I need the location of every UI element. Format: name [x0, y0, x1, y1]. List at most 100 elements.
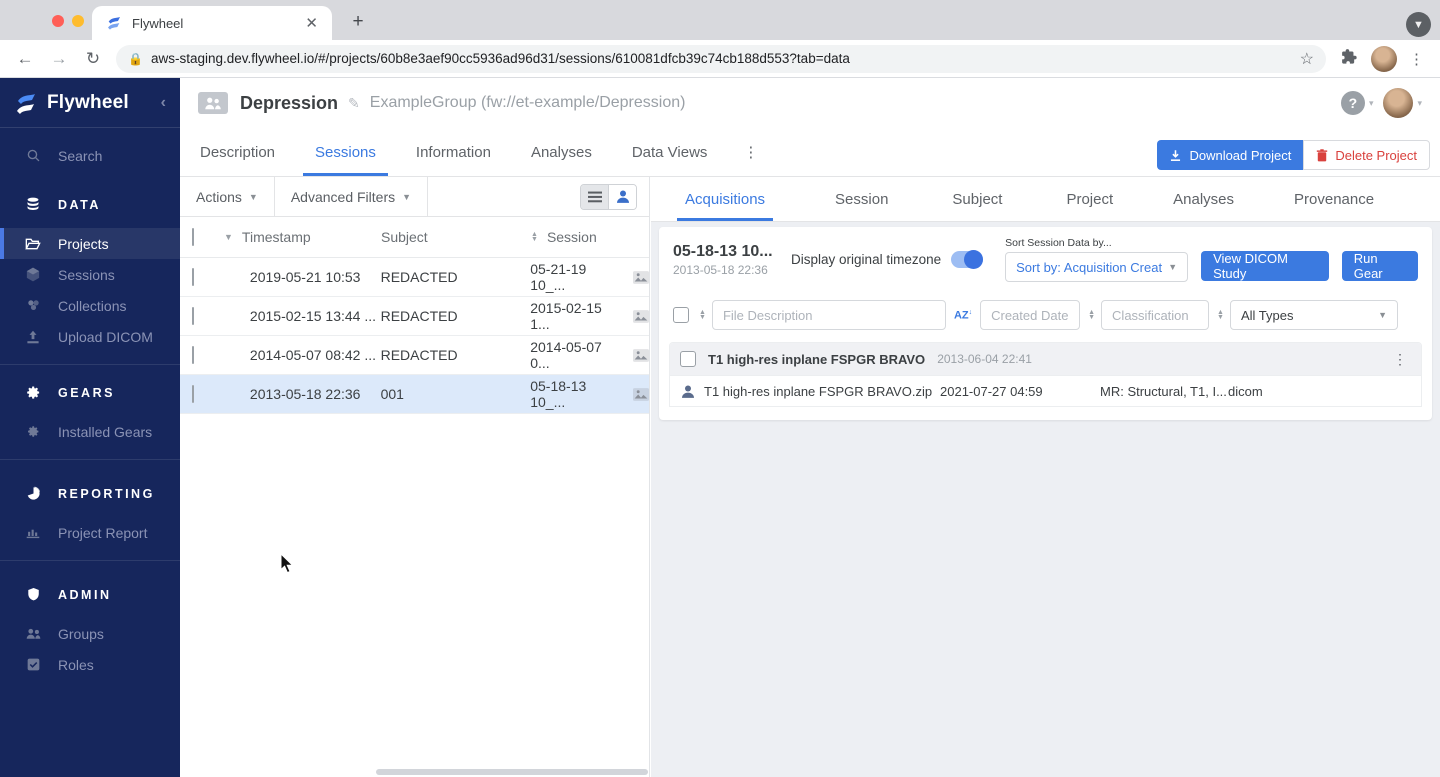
sidebar-section-label: DATA	[58, 197, 101, 212]
delete-project-button[interactable]: Delete Project	[1303, 140, 1430, 170]
close-window-button[interactable]	[52, 15, 64, 27]
file-description-input[interactable]	[711, 300, 946, 330]
flywheel-logo-icon	[17, 93, 35, 114]
session-title: 05-18-13 10...	[673, 242, 773, 260]
file-type: dicom	[1228, 383, 1263, 399]
column-timestamp[interactable]: ▼ Timestamp	[224, 229, 381, 245]
sidebar-item-upload-dicom[interactable]: Upload DICOM	[0, 321, 180, 352]
session-row[interactable]: 2019-05-21 10:53 REDACTED 05-21-19 10_..…	[180, 258, 649, 297]
sort-alpha-icon[interactable]: AZ↓	[954, 309, 972, 322]
tab-description[interactable]: Description	[196, 128, 279, 176]
brand-name: Flywheel	[47, 91, 129, 113]
row-session: 05-21-19 10_...	[530, 261, 587, 293]
download-project-button[interactable]: Download Project	[1157, 140, 1304, 170]
acquisition-checkbox[interactable]	[680, 351, 696, 367]
tab-data-views[interactable]: Data Views	[628, 128, 712, 176]
forward-button[interactable]: →	[42, 49, 76, 69]
horizontal-scrollbar[interactable]	[376, 769, 648, 775]
sort-updown-icon[interactable]: ▲ ▼	[699, 309, 706, 321]
check-square-icon	[24, 658, 42, 671]
url-text: aws-staging.dev.flywheel.io/#/projects/6…	[150, 51, 850, 66]
acquisition-menu-icon[interactable]: ⋮	[1389, 351, 1411, 368]
select-all-checkbox[interactable]	[192, 228, 194, 246]
sidebar-item-search[interactable]: Search	[0, 140, 180, 171]
session-row-selected[interactable]: 2013-05-18 22:36 001 05-18-13 10_...	[180, 375, 649, 414]
run-gear-button[interactable]: Run Gear	[1341, 250, 1418, 281]
row-checkbox[interactable]	[192, 268, 194, 286]
tab-sessions[interactable]: Sessions	[303, 128, 388, 176]
address-bar[interactable]: 🔒 aws-staging.dev.flywheel.io/#/projects…	[116, 44, 1326, 73]
edit-pencil-icon[interactable]: ✎	[348, 95, 360, 112]
sessions-toolbar: Actions ▼ Advanced Filters ▼	[180, 177, 649, 217]
column-session[interactable]: ▲ ▼ Session	[531, 229, 620, 245]
file-type-select[interactable]: All Types ▼	[1229, 300, 1398, 330]
chevron-down-icon: ▼	[1378, 310, 1387, 320]
sort-updown-icon[interactable]: ▲ ▼	[1217, 309, 1224, 321]
sidebar-section-data: DATA	[0, 189, 180, 220]
user-avatar[interactable]	[1383, 88, 1414, 118]
image-thumbnail-icon[interactable]	[633, 387, 649, 401]
select-all-files-checkbox[interactable]	[673, 307, 689, 323]
user-caret-icon: ▾	[1417, 97, 1422, 108]
file-row[interactable]: T1 high-res inplane FSPGR BRAVO.zip 2021…	[670, 375, 1421, 406]
back-button[interactable]: ←	[8, 49, 42, 69]
column-subject[interactable]: Subject	[381, 229, 531, 245]
row-session: 05-18-13 10_...	[530, 378, 587, 410]
subject-view-button[interactable]	[609, 184, 636, 209]
image-thumbnail-icon[interactable]	[633, 309, 649, 323]
sidebar-item-label: Project Report	[58, 524, 148, 541]
created-date-input[interactable]	[980, 300, 1081, 330]
image-thumbnail-icon[interactable]	[633, 348, 649, 362]
tab-close-icon[interactable]: ✕	[301, 14, 322, 32]
tab-acquisitions[interactable]: Acquisitions	[676, 177, 774, 221]
tab-analyses[interactable]: Analyses	[527, 128, 596, 176]
tab-session[interactable]: Session	[831, 177, 892, 221]
sort-by-select[interactable]: Sort by: Acquisition Create... ▼	[1005, 252, 1189, 282]
advanced-filters-dropdown[interactable]: Advanced Filters ▼	[275, 177, 429, 216]
sidebar-item-groups[interactable]: Groups	[0, 618, 180, 649]
sidebar-item-project-report[interactable]: Project Report	[0, 517, 180, 548]
sidebar-item-label: Installed Gears	[58, 423, 153, 440]
sort-updown-icon[interactable]: ▲ ▼	[1088, 309, 1095, 321]
reload-button[interactable]: ↻	[76, 49, 110, 69]
browser-menu-icon[interactable]: ⋮	[1409, 50, 1425, 68]
tab-project[interactable]: Project	[1062, 177, 1117, 221]
sidebar-brand[interactable]: Flywheel ‹	[0, 78, 180, 128]
tab-subject[interactable]: Subject	[948, 177, 1006, 221]
timezone-toggle[interactable]	[951, 250, 984, 269]
sidebar-section-reporting: REPORTING	[0, 478, 180, 509]
acquisition-header-row[interactable]: T1 high-res inplane FSPGR BRAVO 2013-06-…	[670, 343, 1421, 375]
tab-information[interactable]: Information	[412, 128, 495, 176]
session-row[interactable]: 2014-05-07 08:42 ... REDACTED 2014-05-07…	[180, 336, 649, 375]
workspace: Actions ▼ Advanced Filters ▼ ▼ Timestamp S…	[180, 177, 1440, 777]
minimize-window-button[interactable]	[72, 15, 84, 27]
list-view-button[interactable]	[581, 184, 608, 209]
sidebar-item-projects[interactable]: Projects	[0, 228, 180, 259]
shield-icon	[24, 587, 42, 602]
row-checkbox[interactable]	[192, 385, 194, 403]
bookmark-star-icon[interactable]: ☆	[1300, 49, 1314, 69]
sidebar-item-sessions[interactable]: Sessions	[0, 259, 180, 290]
help-caret-icon: ▾	[1368, 97, 1374, 108]
row-checkbox[interactable]	[192, 307, 194, 325]
sidebar-item-installed-gears[interactable]: Installed Gears	[0, 416, 180, 447]
tabs-overflow-icon[interactable]: ⋮	[743, 143, 758, 161]
view-dicom-study-button[interactable]: View DICOM Study	[1201, 250, 1329, 281]
session-row[interactable]: 2015-02-15 13:44 ... REDACTED 2015-02-15…	[180, 297, 649, 336]
row-checkbox[interactable]	[192, 346, 194, 364]
sidebar-collapse-icon[interactable]: ‹	[161, 94, 166, 112]
browser-profile-avatar[interactable]	[1371, 45, 1397, 72]
extensions-icon[interactable]	[1340, 48, 1357, 70]
help-button[interactable]: ?	[1340, 91, 1365, 115]
tab-search-button[interactable]: ▼	[1406, 12, 1431, 37]
actions-dropdown[interactable]: Actions ▼	[180, 177, 275, 216]
tab-analyses[interactable]: Analyses	[1169, 177, 1238, 221]
sidebar-item-roles[interactable]: Roles	[0, 649, 180, 680]
image-thumbnail-icon[interactable]	[633, 270, 649, 284]
new-tab-button[interactable]: +	[346, 11, 370, 33]
sidebar-section-gears: GEARS	[0, 377, 180, 408]
sidebar-item-collections[interactable]: Collections	[0, 290, 180, 321]
tab-provenance[interactable]: Provenance	[1290, 177, 1378, 221]
browser-tab[interactable]: Flywheel ✕	[92, 6, 332, 40]
classification-input[interactable]	[1101, 300, 1210, 330]
